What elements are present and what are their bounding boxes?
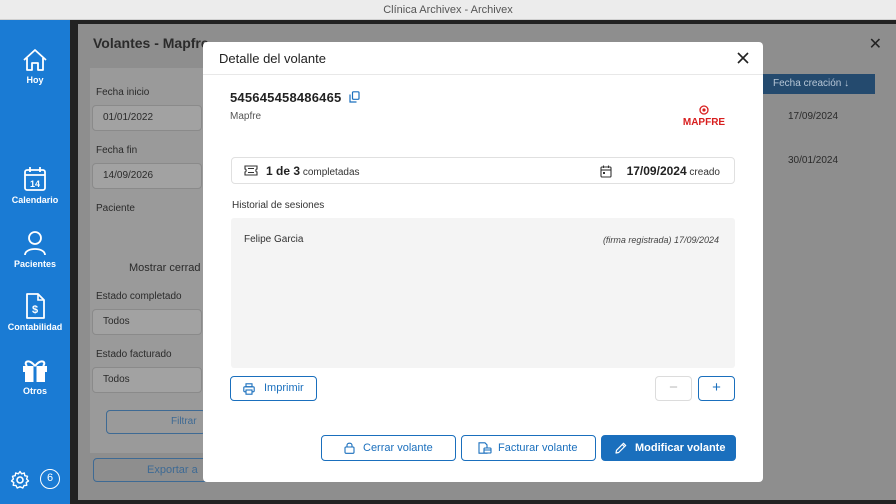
calendar-icon: 14 (24, 167, 46, 191)
close-icon[interactable] (735, 50, 751, 66)
filter-label-patient: Paciente (96, 203, 135, 214)
pencil-icon (615, 442, 627, 454)
volante-detail-dialog: Detalle del volante 545645458486465 Mapf… (203, 42, 763, 482)
printer-icon (243, 383, 255, 395)
print-button[interactable]: Imprimir (230, 376, 317, 401)
sidebar-item-contabilidad[interactable]: $ Contabilidad (0, 293, 70, 332)
sidebar-item-calendario[interactable]: 14 Calendario (0, 166, 70, 205)
end-date-field: 14/09/2026 (92, 163, 202, 189)
gear-icon[interactable] (10, 470, 30, 490)
insurer-name: Mapfre (230, 111, 262, 122)
sidebar-item-label: Hoy (26, 75, 44, 85)
table-header-created: Fecha creación ↓ (763, 74, 875, 94)
filter-label-invoiced: Estado facturado (96, 349, 172, 360)
session-history-list: Felipe Garcia (firma registrada) 17/09/2… (231, 218, 735, 368)
history-patient-name: Felipe Garcia (244, 234, 304, 245)
mapfre-logo: MAPFRE (683, 105, 726, 127)
home-icon (23, 49, 47, 71)
start-date-field: 01/01/2022 (92, 105, 202, 131)
svg-text:$: $ (32, 304, 38, 316)
volante-summary: 1 de 3 completadas 17/09/2024 creado (231, 157, 735, 184)
notification-count-badge[interactable]: 6 (40, 469, 60, 489)
remove-session-button[interactable]: − (655, 376, 692, 401)
invoice-volante-button[interactable]: Facturar volante (461, 435, 596, 461)
page-title: Volantes - Mapfre (93, 35, 209, 51)
sidebar-item-pacientes[interactable]: Pacientes (0, 230, 70, 269)
show-closed-checkbox-label: Mostrar cerrad (129, 262, 201, 274)
volante-number: 545645458486465 (230, 90, 342, 105)
invoiced-status-select: Todos (92, 367, 202, 393)
export-button: Exportar a (93, 458, 208, 482)
logo-text: MAPFRE (683, 117, 726, 127)
completed-status-select: Todos (92, 309, 202, 335)
sidebar-item-otros[interactable]: Otros (0, 357, 70, 396)
table-cell: 30/01/2024 (788, 155, 839, 166)
created-date: 17/09/2024 (626, 164, 687, 178)
sessions-label: completadas (302, 167, 360, 178)
window-title: Clínica Archivex - Archivex (0, 0, 896, 20)
page-close-icon: ✕ (868, 36, 882, 53)
sidebar-item-hoy[interactable]: Hoy (0, 48, 70, 85)
sessions-count: 1 de 3 (266, 164, 301, 178)
filter-label-end: Fecha fin (96, 145, 138, 156)
copy-icon[interactable] (349, 91, 360, 103)
sidebar-item-label: Contabilidad (7, 322, 63, 332)
filter-label-completed: Estado completado (96, 291, 182, 302)
sidebar: Hoy 14 Calendario Pacientes $ Contabilid… (0, 20, 70, 504)
history-title: Historial de sesiones (232, 200, 325, 211)
sidebar-item-label: Pacientes (13, 259, 57, 269)
dialog-header: Detalle del volante (203, 42, 763, 75)
gift-icon (23, 360, 47, 382)
created-label: creado (689, 167, 720, 178)
person-icon (24, 231, 46, 256)
edit-volante-button[interactable]: Modificar volante (601, 435, 736, 461)
invoice-icon (478, 442, 492, 454)
calendar-day: 14 (30, 179, 40, 189)
ticket-icon (244, 165, 258, 176)
filter-button: Filtrar (106, 410, 206, 434)
dialog-title: Detalle del volante (219, 51, 326, 66)
add-session-button[interactable]: + (698, 376, 735, 401)
invoice-icon: $ (26, 293, 45, 319)
sidebar-item-label: Calendario (11, 195, 59, 205)
history-signature-date: (firma registrada) 17/09/2024 (602, 235, 719, 245)
sidebar-item-label: Otros (22, 386, 47, 396)
calendar-icon (600, 165, 612, 178)
table-cell: 17/09/2024 (788, 111, 839, 122)
lock-icon (344, 442, 355, 454)
close-volante-button[interactable]: Cerrar volante (321, 435, 456, 461)
filter-label-start: Fecha inicio (96, 87, 150, 98)
